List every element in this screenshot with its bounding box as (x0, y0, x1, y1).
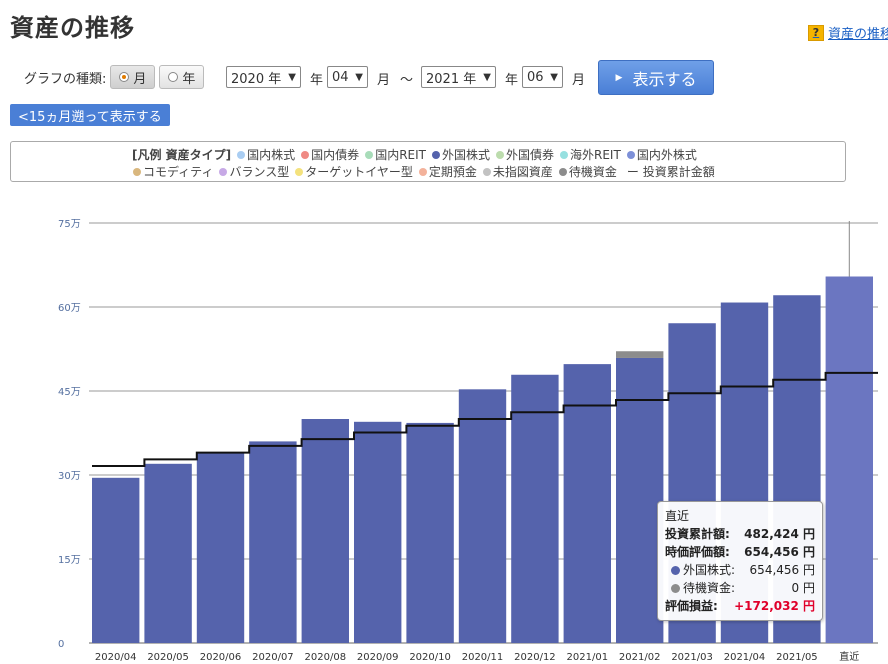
series-dot-icon (671, 566, 680, 575)
x-tick-label: 2020/07 (252, 652, 294, 663)
series-dot-icon (671, 584, 680, 593)
tooltip-row: 外国株式: 654,456 円 (665, 561, 815, 579)
tooltip-label: 待機資金: (665, 579, 735, 597)
x-tick-label: 2021/02 (619, 652, 661, 663)
x-tick-label: 2020/04 (95, 652, 137, 663)
x-tick-label: 直近 (839, 650, 859, 663)
tooltip-value: 654,456 円 (749, 563, 815, 577)
bar-foreign-stock (511, 374, 559, 643)
bar-foreign-stock (406, 422, 454, 643)
chart-tooltip: 直近 投資累計額: 482,424 円時価評価額: 654,456 円外国株式: 65… (657, 501, 823, 621)
bar-foreign-stock (458, 389, 507, 643)
x-tick-label: 2021/01 (567, 652, 609, 663)
x-tick-label: 2021/05 (776, 652, 818, 663)
y-tick-label: 60万 (58, 303, 81, 314)
x-tick-label: 2020/06 (200, 652, 242, 663)
bar-standby-cash (616, 351, 664, 358)
x-tick-label: 2020/10 (409, 652, 451, 663)
x-tick-label: 2021/03 (671, 652, 713, 663)
tooltip-label: 評価損益: (665, 599, 718, 613)
bar-foreign-stock (144, 463, 192, 643)
x-tick-label: 2020/09 (357, 652, 399, 663)
tooltip-value: 0 円 (791, 581, 815, 595)
tooltip-value: 654,456 円 (744, 545, 815, 559)
x-tick-label: 2021/04 (724, 652, 766, 663)
y-tick-label: 75万 (58, 219, 81, 230)
bar-foreign-stock (249, 441, 297, 643)
bar-foreign-stock (825, 276, 873, 643)
bar-foreign-stock (92, 477, 140, 643)
tooltip-label: 投資累計額: (665, 527, 730, 541)
bar-foreign-stock (196, 452, 245, 643)
x-tick-label: 2020/08 (305, 652, 347, 663)
x-tick-label: 2020/11 (462, 652, 504, 663)
tooltip-label: 外国株式: (665, 561, 735, 579)
bar-foreign-stock (354, 421, 402, 643)
y-tick-label: 45万 (58, 387, 81, 398)
y-tick-label: 0 (58, 639, 64, 650)
y-tick-label: 15万 (58, 555, 81, 566)
bar-foreign-stock (301, 419, 349, 643)
tooltip-value: +172,032 円 (734, 599, 815, 613)
tooltip-row: 時価評価額: 654,456 円 (665, 543, 815, 561)
tooltip-label: 時価評価額: (665, 545, 730, 559)
tooltip-row: 評価損益: +172,032 円 (665, 597, 815, 615)
tooltip-title: 直近 (665, 509, 690, 523)
tooltip-row: 投資累計額: 482,424 円 (665, 525, 815, 543)
tooltip-row: 待機資金: 0 円 (665, 579, 815, 597)
x-tick-label: 2020/05 (147, 652, 189, 663)
x-tick-label: 2020/12 (514, 652, 556, 663)
y-tick-label: 30万 (58, 471, 81, 482)
tooltip-value: 482,424 円 (744, 527, 815, 541)
